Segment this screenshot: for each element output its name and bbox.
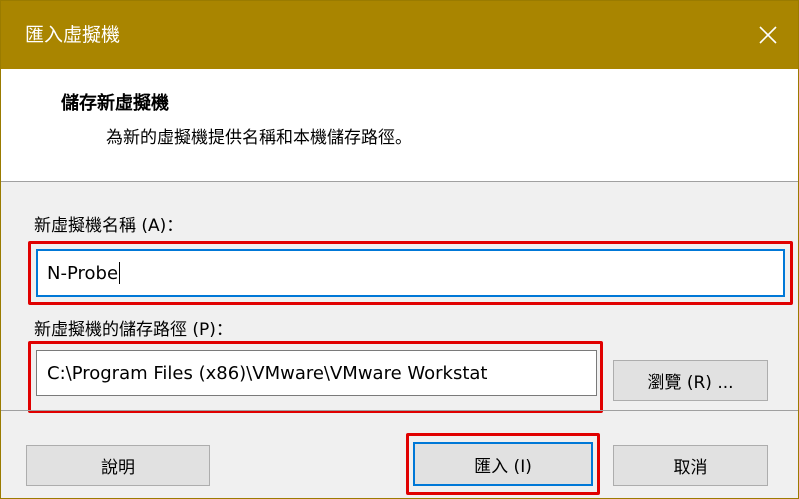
- browse-button[interactable]: 瀏覽 (R) ...: [613, 360, 768, 401]
- close-icon: [759, 26, 777, 44]
- vm-name-value: N-Probe: [47, 262, 119, 284]
- help-button[interactable]: 說明: [26, 445, 210, 486]
- window-title: 匯入虛擬機: [25, 24, 121, 46]
- import-vm-dialog: 匯入虛擬機 儲存新虛擬機 為新的虛擬機提供名稱和本機儲存路徑。 新虛擬機名稱 (…: [0, 0, 799, 499]
- text-caret: [119, 262, 121, 284]
- footer-separator: [1, 410, 798, 411]
- vm-name-label: 新虛擬機名稱 (A)：: [34, 216, 184, 236]
- vm-name-input[interactable]: N-Probe: [36, 249, 785, 297]
- import-button[interactable]: 匯入 (I): [413, 442, 593, 486]
- vm-path-value: C:\Program Files (x86)\VMware\VMware Wor…: [47, 362, 488, 384]
- close-button[interactable]: [738, 1, 798, 69]
- header-description: 為新的虛擬機提供名稱和本機儲存路徑。: [106, 128, 412, 148]
- vm-path-input[interactable]: C:\Program Files (x86)\VMware\VMware Wor…: [36, 350, 597, 396]
- header-title: 儲存新虛擬機: [61, 93, 169, 114]
- title-bar: 匯入虛擬機: [1, 1, 798, 69]
- vm-path-label: 新虛擬機的儲存路徑 (P)：: [34, 320, 233, 340]
- cancel-button[interactable]: 取消: [613, 445, 768, 486]
- dialog-header: 儲存新虛擬機 為新的虛擬機提供名稱和本機儲存路徑。: [1, 69, 798, 182]
